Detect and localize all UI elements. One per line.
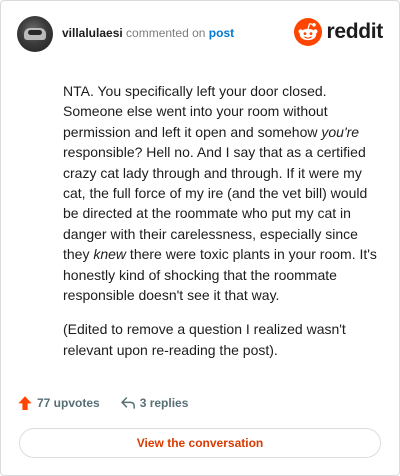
comment-text-part: responsible? Hell no. And I say that as … — [63, 144, 368, 263]
embedded-comment-card: villalulaesi commented on post reddit NT… — [0, 0, 400, 476]
action-text: commented on — [126, 26, 206, 40]
comment-paragraph: NTA. You specifically left your door clo… — [63, 81, 379, 305]
username-link[interactable]: villalulaesi — [62, 26, 123, 40]
comment-body: NTA. You specifically left your door clo… — [63, 81, 379, 360]
reply-count: 3 replies — [139, 396, 189, 410]
replies-button[interactable]: 3 replies — [120, 395, 189, 411]
view-conversation-button[interactable]: View the conversation — [19, 428, 381, 458]
comment-text-part: NTA. You specifically left your door clo… — [63, 83, 328, 140]
reply-icon — [120, 397, 135, 409]
comment-footer: 77 upvotes 3 replies — [17, 393, 188, 413]
avatar-car-window — [28, 30, 42, 35]
reddit-logo[interactable]: reddit — [294, 17, 383, 47]
reddit-wordmark: reddit — [326, 20, 383, 43]
upvote-button[interactable]: 77 upvotes — [17, 395, 100, 411]
comment-meta: villalulaesi commented on post — [62, 26, 234, 40]
comment-emphasis: you're — [321, 123, 360, 140]
post-link[interactable]: post — [209, 26, 234, 40]
comment-header: villalulaesi commented on post reddit — [17, 15, 383, 55]
reddit-snoo-icon — [294, 18, 323, 46]
user-avatar[interactable] — [17, 16, 53, 52]
comment-paragraph-edit-note: (Edited to remove a question I realized … — [63, 321, 346, 358]
upvote-arrow-icon — [18, 396, 32, 410]
upvote-count: 77 upvotes — [37, 396, 100, 410]
comment-emphasis: knew — [93, 246, 127, 263]
